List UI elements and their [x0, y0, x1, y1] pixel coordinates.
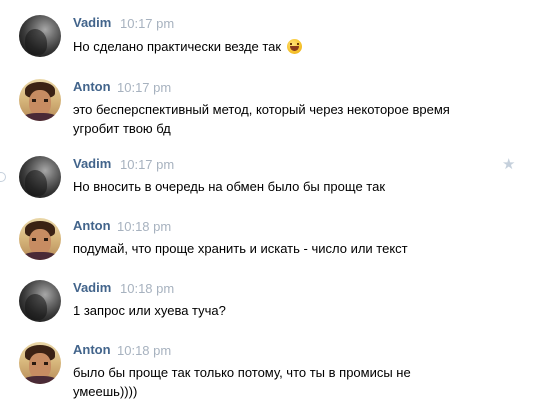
author-name[interactable]: Vadim: [73, 156, 111, 171]
avatar-vadim[interactable]: [19, 156, 61, 198]
grinning-face-emoji-icon: [286, 39, 302, 54]
message-text-line: умеешь)))): [73, 384, 138, 399]
message-timestamp[interactable]: 10:17 pm: [120, 157, 174, 172]
message-text-content: 1 запрос или хуева туча?: [73, 303, 226, 318]
author-name[interactable]: Vadim: [73, 15, 111, 30]
message-timestamp[interactable]: 10:18 pm: [117, 219, 171, 234]
message-text-content: Но вносить в очередь на обмен было бы пр…: [73, 179, 386, 194]
avatar-anton[interactable]: [19, 342, 61, 384]
author-name[interactable]: Anton: [73, 218, 111, 233]
message-text-line: угробит твою бд: [73, 121, 171, 136]
avatar-anton[interactable]: [19, 79, 61, 121]
message-text-content: подумай, что проще хранить и искать - чи…: [73, 241, 408, 256]
message-timestamp[interactable]: 10:17 pm: [120, 16, 174, 31]
message-timestamp[interactable]: 10:17 pm: [117, 80, 171, 95]
message-text: подумай, что проще хранить и искать - чи…: [73, 239, 513, 258]
message-text: это бесперспективный метод, который чере…: [73, 100, 513, 138]
message-text: 1 запрос или хуева туча?: [73, 301, 513, 320]
message-timestamp[interactable]: 10:18 pm: [120, 281, 174, 296]
author-name[interactable]: Anton: [73, 79, 111, 94]
message-text: было бы проще так только потому, что ты …: [73, 363, 513, 401]
message-text-line: это бесперспективный метод, который чере…: [73, 102, 450, 117]
message-text: Но сделано практически везде так: [73, 36, 513, 56]
author-name[interactable]: Anton: [73, 342, 111, 357]
message-text: Но вносить в очередь на обмен было бы пр…: [73, 177, 513, 196]
message-select-indicator[interactable]: [0, 172, 6, 182]
avatar-vadim[interactable]: [19, 280, 61, 322]
avatar-anton[interactable]: [19, 218, 61, 260]
avatar-vadim[interactable]: [19, 15, 61, 57]
message-text-content: Но сделано практически везде так: [73, 39, 282, 54]
star-icon[interactable]: ★: [502, 155, 515, 173]
message-text-line: было бы проще так только потому, что ты …: [73, 365, 411, 380]
author-name[interactable]: Vadim: [73, 280, 111, 295]
message-timestamp[interactable]: 10:18 pm: [117, 343, 171, 358]
